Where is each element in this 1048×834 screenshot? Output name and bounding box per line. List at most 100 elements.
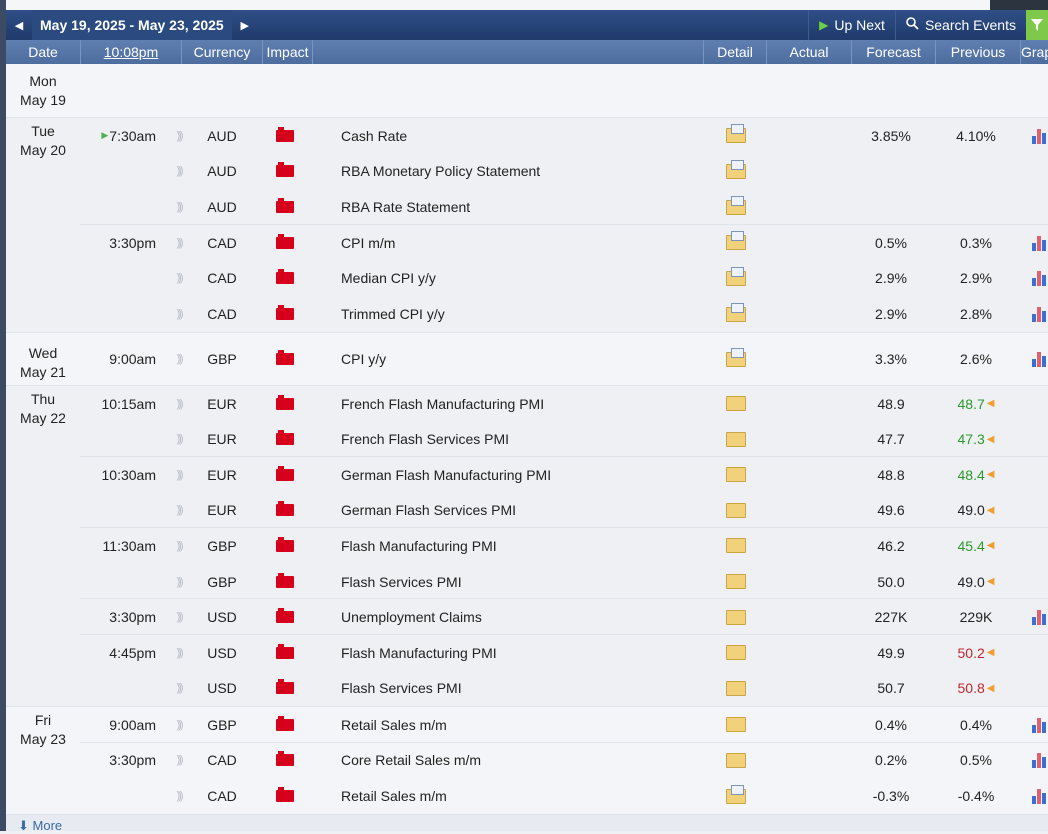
detail-folder-icon[interactable] [723, 635, 749, 671]
table-row[interactable]: 11:30am))) GBP Flash Manufacturing PMI 46.2… [6, 528, 1048, 564]
detail-folder-icon[interactable] [723, 386, 749, 422]
event-name[interactable]: Core Retail Sales m/m [341, 743, 701, 779]
table-row[interactable]: ))) USD Flash Services PMI 50.7 50.8 ◀ [6, 670, 1048, 706]
event-name[interactable]: Flash Services PMI [341, 564, 701, 600]
table-row[interactable]: 9:00am))) GBP CPI y/y 3.3% 2.6% [6, 333, 1048, 385]
detail-folder-icon[interactable] [723, 457, 749, 493]
sound-icon[interactable]: ))) [172, 493, 186, 529]
impact-folder-icon [276, 198, 294, 214]
table-row[interactable]: ))) AUD RBA Monetary Policy Statement [6, 154, 1048, 190]
graph-icon[interactable] [1030, 743, 1048, 779]
sound-icon[interactable]: ))) [172, 333, 186, 385]
table-row[interactable]: 4:45pm))) USD Flash Manufacturing PMI 49.9 5… [6, 635, 1048, 671]
detail-folder-icon[interactable] [723, 189, 749, 225]
graph-icon[interactable] [1030, 599, 1048, 635]
sound-icon[interactable]: ))) [172, 778, 186, 814]
detail-folder-icon[interactable] [723, 778, 749, 814]
filter-button[interactable] [1026, 10, 1048, 40]
detail-folder-icon[interactable] [723, 118, 749, 154]
table-row[interactable]: ))) EUR French Flash Services PMI 47.7 47.3 ◀ [6, 422, 1048, 458]
event-name[interactable]: Trimmed CPI y/y [341, 296, 701, 332]
table-row[interactable]: 3:30pm))) USD Unemployment Claims 227K 229K [6, 599, 1048, 635]
sound-icon[interactable]: ))) [172, 189, 186, 225]
event-name[interactable]: Median CPI y/y [341, 261, 701, 297]
detail-folder-icon[interactable] [723, 528, 749, 564]
sound-icon[interactable]: ))) [172, 261, 186, 297]
table-row[interactable]: 3:30pm))) CAD Core Retail Sales m/m 0.2% 0.5… [6, 743, 1048, 779]
event-name[interactable]: French Flash Manufacturing PMI [341, 386, 701, 422]
sound-icon[interactable]: ))) [172, 225, 186, 261]
detail-folder-icon[interactable] [723, 493, 749, 529]
table-row[interactable]: ))) AUD RBA Rate Statement [6, 189, 1048, 225]
event-previous: 4.10% [936, 118, 1016, 154]
up-next-button[interactable]: ▶ Up Next [808, 10, 895, 40]
sound-icon[interactable]: ))) [172, 118, 186, 154]
event-name[interactable]: RBA Monetary Policy Statement [341, 154, 701, 190]
graph-icon[interactable] [1030, 225, 1048, 261]
detail-folder-icon[interactable] [723, 225, 749, 261]
graph-icon[interactable] [1030, 333, 1048, 385]
table-row[interactable]: ))) CAD Median CPI y/y 2.9% 2.9% [6, 261, 1048, 297]
impact-high-icon [272, 225, 298, 261]
sound-icon[interactable]: ))) [172, 386, 186, 422]
graph-bar [1032, 760, 1036, 769]
detail-folder-icon[interactable] [723, 564, 749, 600]
graph-icon[interactable] [1030, 707, 1048, 743]
detail-folder-icon[interactable] [723, 261, 749, 297]
event-name[interactable]: German Flash Manufacturing PMI [341, 457, 701, 493]
sound-icon[interactable]: ))) [172, 528, 186, 564]
event-name[interactable]: Flash Manufacturing PMI [341, 528, 701, 564]
table-row[interactable]: 3:30pm))) CAD CPI m/m 0.5% 0.3% [6, 225, 1048, 261]
sound-icon[interactable]: ))) [172, 422, 186, 458]
date-range-label[interactable]: May 19, 2025 - May 23, 2025 [32, 10, 232, 40]
event-name[interactable]: Unemployment Claims [341, 599, 701, 635]
detail-folder-icon[interactable] [723, 422, 749, 458]
graph-icon[interactable] [1030, 778, 1048, 814]
previous-value: 2.6% [960, 351, 992, 367]
table-row[interactable]: ))) CAD Retail Sales m/m -0.3% -0.4% [6, 778, 1048, 814]
detail-folder-icon[interactable] [723, 599, 749, 635]
detail-folder-icon[interactable] [723, 707, 749, 743]
table-row[interactable]: ▶ 7:30am))) AUD Cash Rate 3.85% 4.10% [6, 118, 1048, 154]
event-name[interactable]: Flash Manufacturing PMI [341, 635, 701, 671]
sound-icon[interactable]: ))) [172, 599, 186, 635]
sound-icon[interactable]: ))) [172, 635, 186, 671]
sound-icon[interactable]: ))) [172, 743, 186, 779]
event-name[interactable]: French Flash Services PMI [341, 422, 701, 458]
impact-high-icon [272, 743, 298, 779]
event-name[interactable]: CPI y/y [341, 333, 701, 385]
sound-icon[interactable]: ))) [172, 707, 186, 743]
event-name[interactable]: Cash Rate [341, 118, 701, 154]
detail-folder-icon[interactable] [723, 154, 749, 190]
column-time-clock[interactable]: 10:08pm [81, 40, 182, 64]
graph-icon[interactable] [1030, 118, 1048, 154]
detail-folder-icon[interactable] [723, 333, 749, 385]
sound-icon[interactable]: ))) [172, 564, 186, 600]
search-events-button[interactable]: Search Events [894, 10, 1026, 40]
detail-folder-icon[interactable] [723, 296, 749, 332]
previous-week-button[interactable]: ◀ [6, 10, 32, 40]
sound-icon[interactable]: ))) [172, 670, 186, 706]
event-name[interactable]: Retail Sales m/m [341, 707, 701, 743]
table-row[interactable]: 10:30am))) EUR German Flash Manufacturing … [6, 457, 1048, 493]
detail-folder-icon[interactable] [723, 743, 749, 779]
event-name[interactable]: Retail Sales m/m [341, 778, 701, 814]
event-name[interactable]: RBA Rate Statement [341, 189, 701, 225]
sound-icon[interactable]: ))) [172, 296, 186, 332]
graph-icon[interactable] [1030, 261, 1048, 297]
table-row[interactable]: ))) GBP Flash Services PMI 50.0 49.0 ◀ [6, 564, 1048, 600]
next-week-button[interactable]: ▶ [232, 10, 258, 40]
table-row[interactable]: ))) CAD Trimmed CPI y/y 2.9% 2.8% [6, 296, 1048, 332]
event-name[interactable]: CPI m/m [341, 225, 701, 261]
table-row[interactable]: 9:00am))) GBP Retail Sales m/m 0.4% 0.4% [6, 707, 1048, 743]
graph-icon[interactable] [1030, 296, 1048, 332]
sound-icon[interactable]: ))) [172, 154, 186, 190]
more-link[interactable]: ⬇ More [18, 818, 62, 834]
event-name[interactable]: German Flash Services PMI [341, 493, 701, 529]
detail-folder-icon[interactable] [723, 670, 749, 706]
table-row[interactable]: ))) EUR German Flash Services PMI 49.6 49.0 ◀ [6, 493, 1048, 529]
event-previous: -0.4% [936, 778, 1016, 814]
sound-icon[interactable]: ))) [172, 457, 186, 493]
table-row[interactable]: 10:15am))) EUR French Flash Manufacturing … [6, 386, 1048, 422]
event-name[interactable]: Flash Services PMI [341, 670, 701, 706]
